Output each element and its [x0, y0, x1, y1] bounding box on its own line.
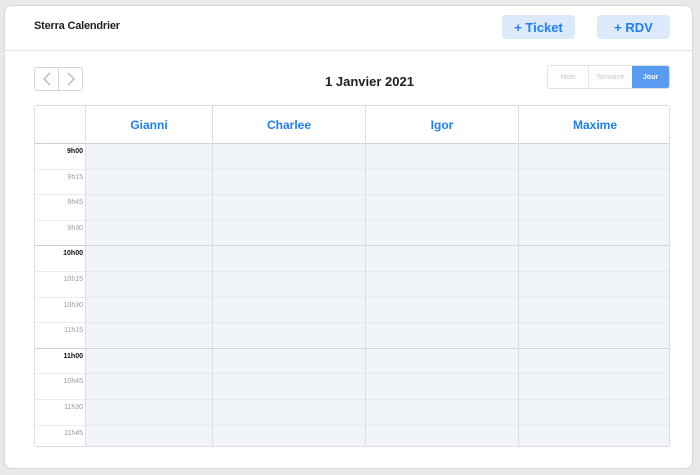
view-month-button[interactable]: Mois	[548, 66, 589, 88]
calendar-slot[interactable]	[366, 347, 518, 374]
calendar-slot[interactable]	[213, 219, 365, 246]
calendar-slot[interactable]	[86, 143, 212, 169]
column-header-igor: Igor	[365, 106, 518, 143]
calendar-slot[interactable]	[213, 194, 365, 220]
calendar-slot[interactable]	[366, 168, 518, 195]
time-slot-row: 11h45	[35, 424, 85, 446]
calendar-slot[interactable]	[213, 347, 365, 374]
calendar-slot[interactable]	[86, 373, 212, 399]
view-day-button[interactable]: Jour	[632, 66, 669, 88]
calendar-slot[interactable]	[519, 322, 669, 348]
time-column: 9h00 9h15 9h45 9h30 10h00 10h15 10h30 11h15 11h0…	[35, 143, 85, 446]
time-slot-label: 11h30	[64, 404, 83, 411]
calendar-slot[interactable]	[213, 296, 365, 323]
time-slot-row: 11h30	[35, 399, 85, 425]
calendar-slot[interactable]	[86, 322, 212, 348]
app-header: Sterra Calendrier + Ticket + RDV	[5, 6, 692, 51]
day-column-charlee	[212, 143, 365, 446]
calendar-grid: Gianni Charlee Igor Maxime 9h00 9h15 9h45 9…	[34, 105, 670, 447]
calendar-slot[interactable]	[213, 143, 365, 169]
calendar-slot[interactable]	[519, 347, 669, 374]
view-switcher: Mois Semaine Jour	[547, 65, 670, 89]
time-slot-row: 11h00	[35, 347, 85, 374]
calendar-slot[interactable]	[366, 399, 518, 425]
calendar-slot[interactable]	[366, 322, 518, 348]
calendar-slot[interactable]	[213, 168, 365, 195]
calendar-slot[interactable]	[366, 245, 518, 271]
view-week-button[interactable]: Semaine	[589, 66, 632, 88]
calendar-slot[interactable]	[86, 347, 212, 374]
calendar-slot[interactable]	[366, 271, 518, 297]
calendar-slot[interactable]	[519, 245, 669, 271]
calendar-slot[interactable]	[213, 245, 365, 271]
time-slot-row: 9h15	[35, 168, 85, 195]
calendar-slot[interactable]	[519, 194, 669, 220]
calendar-slot[interactable]	[86, 399, 212, 425]
day-column-gianni	[85, 143, 212, 446]
calendar-slot[interactable]	[366, 296, 518, 323]
calendar-window: Sterra Calendrier + Ticket + RDV 1 Janvi…	[4, 5, 693, 469]
calendar-slot[interactable]	[213, 373, 365, 399]
app-title: Sterra Calendrier	[34, 20, 120, 32]
calendar-slot[interactable]	[519, 271, 669, 297]
calendar-slot[interactable]	[213, 271, 365, 297]
calendar-slot[interactable]	[213, 424, 365, 446]
calendar-slot[interactable]	[86, 168, 212, 195]
time-slot-label: 9h30	[67, 224, 83, 232]
time-slot-label: 11h00	[63, 352, 83, 360]
calendar-toolbar: 1 Janvier 2021 Mois Semaine Jour	[5, 51, 692, 103]
calendar-slot[interactable]	[86, 194, 212, 220]
time-slot-row: 10h15	[35, 271, 85, 297]
calendar-slot[interactable]	[86, 219, 212, 246]
calendar-slot[interactable]	[519, 399, 669, 425]
time-slot-label: 10h30	[63, 301, 83, 309]
time-slot-row: 10h45	[35, 373, 85, 399]
calendar-slot[interactable]	[519, 143, 669, 169]
time-slot-row: 9h45	[35, 194, 85, 220]
calendar-slot[interactable]	[366, 194, 518, 220]
calendar-slot[interactable]	[86, 245, 212, 271]
calendar-slot[interactable]	[519, 168, 669, 195]
time-slot-label: 9h45	[67, 199, 83, 207]
calendar-slot[interactable]	[366, 373, 518, 399]
calendar-slot[interactable]	[519, 296, 669, 323]
time-slot-label: 9h00	[67, 148, 83, 155]
time-slot-row: 10h00	[35, 245, 85, 271]
time-slot-row: 9h00	[35, 143, 85, 169]
calendar-slot[interactable]	[366, 219, 518, 246]
column-header-gianni: Gianni	[85, 106, 212, 143]
calendar-slot[interactable]	[366, 424, 518, 446]
time-slot-label: 9h15	[67, 173, 83, 181]
time-slot-row: 9h30	[35, 219, 85, 246]
time-slot-row: 10h30	[35, 296, 85, 323]
column-header-charlee: Charlee	[212, 106, 365, 143]
calendar-grid-header: Gianni Charlee Igor Maxime	[35, 106, 669, 144]
add-rdv-button[interactable]: + RDV	[597, 15, 670, 39]
time-slot-label: 11h15	[64, 327, 83, 335]
calendar-slot[interactable]	[519, 424, 669, 446]
calendar-slot[interactable]	[86, 271, 212, 297]
calendar-slot[interactable]	[213, 399, 365, 425]
time-slot-label: 11h45	[64, 429, 83, 437]
calendar-slot[interactable]	[213, 322, 365, 348]
calendar-slot[interactable]	[86, 296, 212, 323]
time-slot-row: 11h15	[35, 322, 85, 348]
time-slot-label: 10h15	[63, 276, 83, 283]
time-slot-label: 10h45	[63, 378, 83, 386]
time-slot-label: 10h00	[63, 250, 83, 258]
calendar-slot[interactable]	[366, 143, 518, 169]
column-header-maxime: Maxime	[518, 106, 669, 143]
calendar-slot[interactable]	[519, 219, 669, 246]
calendar-slot[interactable]	[519, 373, 669, 399]
day-column-igor	[365, 143, 518, 446]
day-column-maxime	[518, 143, 669, 446]
add-ticket-button[interactable]: + Ticket	[502, 15, 575, 39]
calendar-slot[interactable]	[86, 424, 212, 446]
